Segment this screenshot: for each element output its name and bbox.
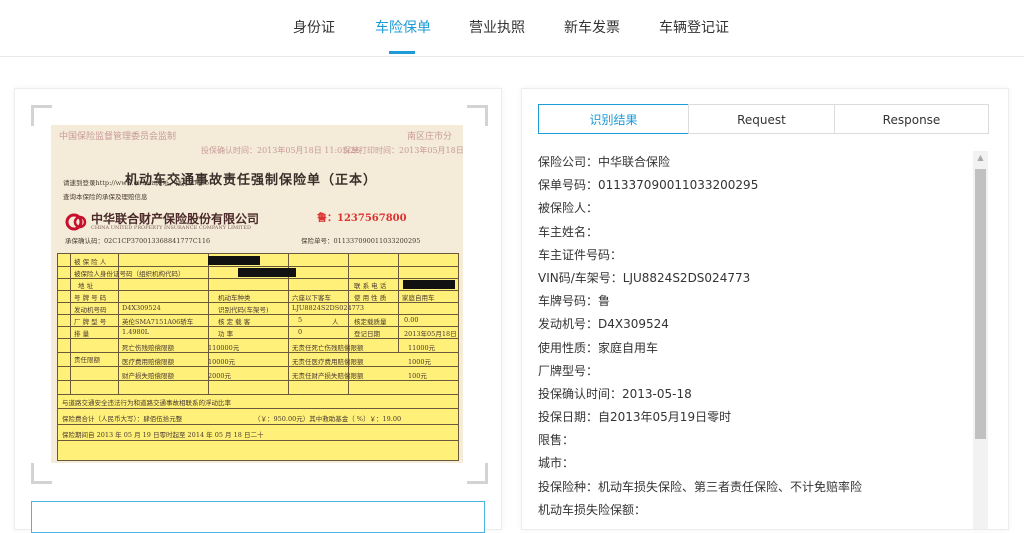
cell-nofault-property-value: 100元 — [408, 372, 427, 380]
cell-brand: 厂 牌 型 号 — [74, 318, 107, 326]
cell-nofault-death: 无责任死亡伤残赔偿限额 — [292, 344, 364, 352]
doc-red-stamp: 鲁：1237567800 — [317, 213, 407, 224]
cell-engine: 发动机号码 — [74, 306, 107, 314]
cell-contact: 联 系 电 话 — [354, 282, 387, 290]
result-usage: 使用性质：家庭自用车 — [538, 340, 659, 355]
result-owner-id: 车主证件号码： — [538, 247, 623, 262]
cell-seats: 核 定 载 客 — [218, 318, 251, 326]
scroll-thumb[interactable] — [975, 169, 986, 439]
result-panel: 识别结果 Request Response 保险公司：中华联合保险 保单号码：0… — [521, 88, 1009, 530]
cell-reg-date: 登记日期 — [354, 330, 380, 338]
cell-seats-value: 5 — [298, 316, 303, 324]
result-owner-name: 车主姓名： — [538, 224, 599, 239]
crop-corner-bottom-left — [31, 463, 52, 484]
result-coverage-types: 投保险种：机动车损失保险、第三者责任保险、不计免赔率险 — [538, 479, 863, 494]
doc-header-right: 南区庄市分 — [407, 132, 453, 142]
doc-query-line-2: 查询本保险的承保及理赔信息 — [63, 193, 148, 201]
redacted-insured — [208, 256, 260, 265]
doc-confirm-code: 承保确认码：02C1CP370013368841777C116 — [65, 237, 211, 245]
cell-liability-limits: 责任限额 — [74, 356, 100, 364]
cell-medical: 医疗费用赔偿限额 — [122, 358, 174, 366]
cell-id-no: 被保险人身份证号码（组织机构代码） — [74, 270, 185, 278]
doc-company-name-en: CHINA UNITED PROPERTY INSURANCE COMPANY … — [91, 225, 252, 231]
cell-use-value: 家庭自用车 — [402, 294, 435, 302]
tab-response[interactable]: Response — [834, 104, 989, 134]
cell-load: 核定载质量 — [354, 318, 387, 326]
cell-power-value: 0 — [298, 328, 303, 336]
cell-nofault-death-value: 11000元 — [408, 344, 436, 352]
result-engine-number: 发动机号：D4X309524 — [538, 317, 669, 332]
cell-displacement: 排 量 — [74, 330, 90, 338]
active-tab-indicator — [389, 51, 415, 54]
crop-corner-bottom-right — [467, 463, 488, 484]
result-scrollbar[interactable]: ▲ — [973, 151, 988, 529]
tab-recognition-result[interactable]: 识别结果 — [538, 104, 689, 134]
cell-vehicle-type: 机动车种类 — [218, 294, 251, 302]
crop-corner-top-left — [31, 105, 52, 126]
cell-float-rate: 与道路交通安全违法行为和道路交通事故相联系的浮动比率 — [62, 399, 231, 407]
cell-displacement-value: 1.4980L — [122, 328, 150, 336]
tab-auto-insurance-policy[interactable]: 车险保单 — [375, 17, 431, 37]
company-logo-icon — [65, 213, 87, 231]
redacted-id — [238, 268, 296, 277]
cell-premium-value: （￥：950.00元）其中救助基金（ %）￥：19.00 — [254, 415, 402, 423]
cell-load-value: 0.00 — [404, 316, 419, 324]
cell-medical-value: 10000元 — [208, 358, 236, 366]
doc-confirm-time: 投保确认时间：2013年05月18日 11:03:26 — [201, 146, 361, 155]
cell-period: 保险期间自 2013 年 05 月 19 日零时起至 2014 年 05 月 1… — [62, 431, 264, 439]
cell-reg-date-value: 2013年05月18日 — [404, 330, 457, 338]
cell-property-value: 2000元 — [208, 372, 232, 380]
tab-id-card[interactable]: 身份证 — [293, 17, 335, 37]
cell-vin: 识别代码(车架号) — [218, 306, 269, 314]
tab-request[interactable]: Request — [688, 104, 835, 134]
crop-corner-top-right — [467, 105, 488, 126]
policy-table: 被 保 险 人 被保险人身份证号码（组织机构代码） 地 址 联 系 电 话 号 … — [57, 253, 459, 461]
cell-plate: 号 牌 号 码 — [74, 294, 107, 302]
cell-seats-unit: 人 — [332, 318, 339, 326]
result-start-date: 投保日期：自2013年05月19日零时 — [538, 410, 732, 425]
image-preview-panel: 中国保险监督管理委员会监制 南区庄市分 投保确认时间：2013年05月18日 1… — [14, 88, 502, 533]
cell-death: 死亡伤残赔偿限额 — [122, 344, 174, 352]
cell-nofault-medical-value: 1000元 — [408, 358, 432, 366]
result-limit: 限售： — [538, 433, 575, 448]
result-brand-model: 厂牌型号： — [538, 363, 599, 378]
doc-print-time: 保单打印时间：2013年05月18日 11: — [343, 146, 463, 155]
cell-nofault-medical: 无责任医疗费用赔偿限额 — [292, 358, 364, 366]
cell-property: 财产损失赔偿限额 — [122, 372, 174, 380]
cell-insured: 被 保 险 人 — [74, 258, 107, 266]
upload-url-input[interactable] — [31, 501, 485, 533]
result-list: 保险公司：中华联合保险 保单号码：011337090011033200295 被… — [538, 151, 970, 529]
redacted-contact — [403, 280, 455, 289]
cell-vehicle-type-value: 六座以下客车 — [292, 294, 331, 302]
result-policy-number: 保单号码：011337090011033200295 — [538, 178, 759, 193]
tab-business-license[interactable]: 营业执照 — [469, 17, 525, 37]
cell-address: 地 址 — [78, 282, 94, 290]
result-plate-number: 车牌号码：鲁 — [538, 294, 611, 309]
cell-premium: 保险费合计（人民币大写）：肆佰伍拾元整 — [62, 415, 183, 423]
doc-header-left: 中国保险监督管理委员会监制 — [59, 132, 177, 142]
doc-policy-number: 保险单号：011337090011033200295 — [301, 237, 421, 245]
cell-nofault-property: 无责任财产损失赔偿限额 — [292, 372, 364, 380]
doc-title: 机动车交通事故责任强制保险单（正本） — [125, 173, 378, 188]
cell-vin-value: LJU8824S2DS024773 — [292, 304, 365, 312]
result-confirm-time: 投保确认时间：2013-05-18 — [538, 386, 692, 401]
scroll-up-arrow-icon[interactable]: ▲ — [973, 153, 988, 163]
insurance-policy-image: 中国保险监督管理委员会监制 南区庄市分 投保确认时间：2013年05月18日 1… — [51, 125, 463, 463]
result-vin: VIN码/车架号：LJU8824S2DS024773 — [538, 270, 751, 285]
cell-use: 使 用 性 质 — [354, 294, 387, 302]
cell-death-value: 110000元 — [208, 344, 240, 352]
tab-vehicle-registration[interactable]: 车辆登记证 — [659, 17, 729, 37]
result-insured: 被保险人： — [538, 201, 599, 216]
top-tab-bar: 身份证 车险保单 营业执照 新车发票 车辆登记证 — [0, 0, 1024, 57]
cell-power: 功 率 — [218, 330, 234, 338]
result-vehicle-damage-amount: 机动车损失险保额： — [538, 502, 647, 517]
cell-engine-value: D4X309524 — [122, 304, 161, 312]
result-city: 城市： — [538, 456, 575, 471]
cell-brand-value: 英伦SMA7151A06轿车 — [122, 318, 194, 326]
result-insurance-company: 保险公司：中华联合保险 — [538, 155, 671, 169]
tab-new-car-invoice[interactable]: 新车发票 — [564, 17, 620, 37]
